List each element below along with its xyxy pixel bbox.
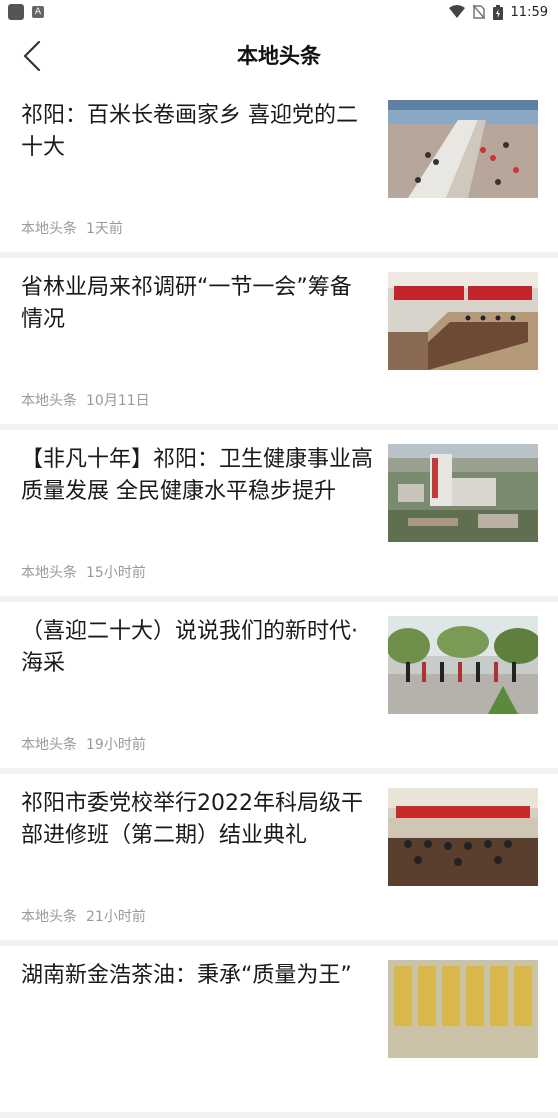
battery-charging-icon: [492, 4, 503, 20]
photo-square-dance-icon: [388, 616, 538, 714]
wifi-icon: [448, 5, 465, 18]
news-card[interactable]: 祁阳市委党校举行2022年科局级干部进修班（第二期）结业典礼 本地头条 21小时…: [0, 774, 558, 946]
news-source: 本地头条: [21, 393, 77, 409]
news-source: 本地头条: [21, 909, 77, 925]
news-meta: 本地头条 10月11日: [21, 390, 150, 410]
header: 本地头条: [0, 24, 558, 86]
news-card[interactable]: 【非凡十年】祁阳：卫生健康事业高质量发展 全民健康水平稳步提升 本地头条 15小…: [0, 430, 558, 602]
page-title: 本地头条: [237, 44, 321, 68]
news-card[interactable]: 祁阳：百米长卷画家乡 喜迎党的二十大 本地头条 1天前: [0, 86, 558, 258]
news-time: 15小时前: [86, 565, 146, 581]
news-title: 省林业局来祁调研“一节一会”筹备情况: [21, 275, 352, 332]
photo-meeting-room-icon: [388, 272, 538, 370]
news-thumbnail: [388, 960, 538, 1058]
photo-square-painting-icon: [388, 100, 538, 198]
news-source: 本地头条: [21, 221, 77, 237]
news-time: 21小时前: [86, 909, 146, 925]
news-title: 祁阳市委党校举行2022年科局级干部进修班（第二期）结业典礼: [21, 791, 363, 848]
news-time: 10月11日: [86, 393, 150, 409]
chevron-left-icon: [23, 40, 41, 72]
news-time: 1天前: [86, 221, 123, 237]
news-thumbnail: [388, 444, 538, 542]
news-meta: 本地头条 21小时前: [21, 906, 146, 926]
news-card[interactable]: 省林业局来祁调研“一节一会”筹备情况 本地头条 10月11日: [0, 258, 558, 430]
photo-hospital-aerial-icon: [388, 444, 538, 542]
back-button[interactable]: [14, 38, 50, 74]
news-feed[interactable]: 祁阳：百米长卷画家乡 喜迎党的二十大 本地头条 1天前 省林业局来祁调研“一节一…: [0, 86, 558, 1118]
app-notification-icon: [8, 4, 24, 20]
news-card[interactable]: 湖南新金浩茶油：秉承“质量为王”: [0, 946, 558, 1118]
news-title: 湖南新金浩茶油：秉承“质量为王”: [21, 963, 352, 988]
news-thumbnail: [388, 788, 538, 886]
news-title: （喜迎二十大）说说我们的新时代·海采: [21, 619, 358, 676]
news-meta: 本地头条 15小时前: [21, 562, 146, 582]
photo-oil-bottles-icon: [388, 960, 538, 1058]
news-source: 本地头条: [21, 565, 77, 581]
news-thumbnail: [388, 100, 538, 198]
news-time: 19小时前: [86, 737, 146, 753]
news-title: 祁阳：百米长卷画家乡 喜迎党的二十大: [21, 103, 358, 160]
news-thumbnail: [388, 272, 538, 370]
news-title: 【非凡十年】祁阳：卫生健康事业高质量发展 全民健康水平稳步提升: [21, 447, 374, 504]
a-notification-icon: A: [32, 6, 44, 18]
news-meta: 本地头条 1天前: [21, 218, 123, 238]
news-meta: 本地头条 19小时前: [21, 734, 146, 754]
photo-ceremony-hall-icon: [388, 788, 538, 886]
news-thumbnail: [388, 616, 538, 714]
status-bar: A 11:59: [0, 0, 558, 24]
news-source: 本地头条: [21, 737, 77, 753]
no-sim-icon: [472, 5, 485, 19]
news-card[interactable]: （喜迎二十大）说说我们的新时代·海采 本地头条 19小时前: [0, 602, 558, 774]
clock: 11:59: [510, 4, 548, 20]
